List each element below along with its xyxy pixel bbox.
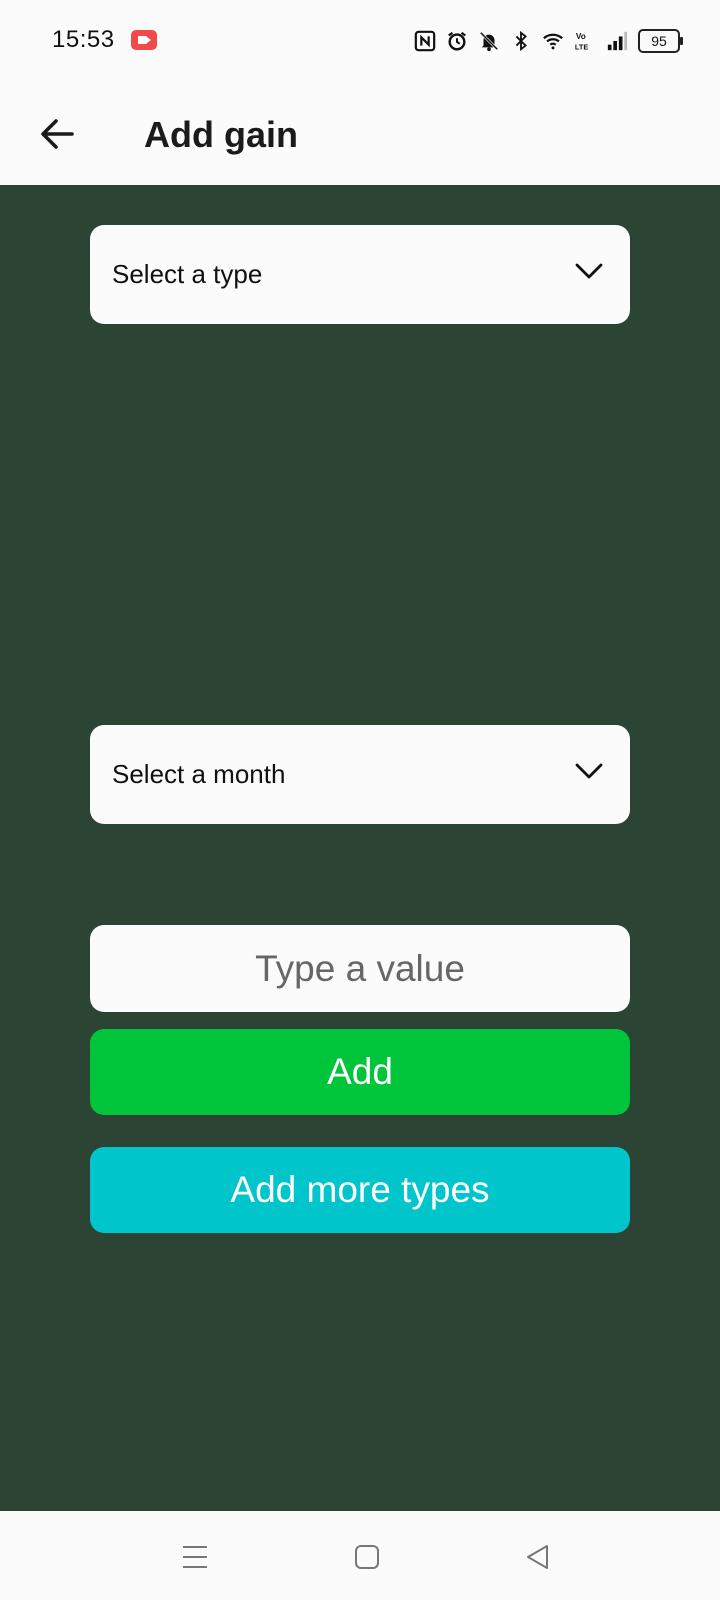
screen-record-icon bbox=[131, 30, 157, 50]
nfc-icon bbox=[414, 30, 436, 52]
month-select-label: Select a month bbox=[112, 759, 286, 789]
month-select[interactable]: Select a month bbox=[90, 725, 630, 824]
volte-icon: Vo LTE bbox=[575, 32, 588, 51]
svg-text:LTE: LTE bbox=[575, 42, 588, 51]
bell-off-icon bbox=[479, 31, 499, 52]
menu-icon[interactable] bbox=[179, 1541, 211, 1573]
value-input[interactable] bbox=[90, 925, 630, 1012]
status-icons: Vo LTE 95 bbox=[414, 28, 683, 54]
svg-text:Vo: Vo bbox=[576, 32, 586, 41]
chevron-down-icon bbox=[575, 763, 603, 779]
app-bar: Add gain bbox=[0, 84, 720, 185]
chevron-down-icon bbox=[575, 263, 603, 279]
type-select-label: Select a type bbox=[112, 259, 263, 289]
main-content: Select a type Select a month Add Add mor… bbox=[0, 185, 720, 1511]
arrow-left-icon bbox=[41, 119, 74, 149]
back-button[interactable] bbox=[34, 110, 82, 158]
status-bar: 15:53 Vo LTE 95 bbox=[0, 0, 720, 84]
type-select[interactable]: Select a type bbox=[90, 225, 630, 324]
back-triangle-icon[interactable] bbox=[522, 1541, 554, 1573]
add-button[interactable]: Add bbox=[90, 1029, 630, 1115]
wifi-icon bbox=[543, 33, 563, 50]
bluetooth-icon bbox=[515, 30, 527, 52]
battery-icon: 95 bbox=[638, 29, 683, 53]
system-nav-bar bbox=[0, 1511, 720, 1600]
alarm-icon bbox=[448, 31, 466, 51]
signal-icon bbox=[607, 31, 628, 51]
page-title: Add gain bbox=[144, 114, 298, 155]
home-square-icon[interactable] bbox=[351, 1541, 383, 1573]
add-more-types-button[interactable]: Add more types bbox=[90, 1147, 630, 1233]
status-time: 15:53 bbox=[52, 26, 115, 53]
